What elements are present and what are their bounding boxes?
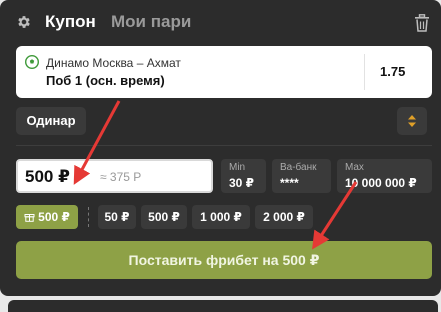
quick-amount-chip[interactable]: 500 ₽ <box>141 205 187 229</box>
all-in-label: Ва-банк <box>280 162 317 173</box>
sort-arrows-icon <box>408 115 416 127</box>
stake-input[interactable]: 500 ₽ ≈ 375 Р <box>16 159 213 193</box>
min-stake-button[interactable]: Min 30 ₽ <box>221 159 266 193</box>
bet-card[interactable]: Динамо Москва – Ахмат Поб 1 (осн. время)… <box>16 46 432 98</box>
max-label: Max <box>345 162 364 173</box>
sort-toggle-button[interactable] <box>397 107 427 135</box>
quick-amount-chip[interactable]: 1 000 ₽ <box>192 205 250 229</box>
odds-divider <box>364 54 365 90</box>
min-value: 30 ₽ <box>229 176 255 190</box>
bet-slip-header: Купон Мои пари <box>0 0 441 44</box>
stake-value: 500 ₽ <box>25 167 70 186</box>
tab-coupon[interactable]: Купон <box>45 12 96 32</box>
min-label: Min <box>229 162 246 173</box>
bet-outcome: Поб 1 (осн. время) <box>46 73 165 88</box>
trash-icon[interactable] <box>414 14 430 32</box>
match-name: Динамо Москва – Ахмат <box>46 56 181 70</box>
gift-icon <box>24 214 35 222</box>
chip-separator <box>88 207 89 227</box>
stake-converted: ≈ 375 Р <box>100 170 142 184</box>
all-in-value: **** <box>280 176 299 190</box>
bet-odds: 1.75 <box>380 64 406 79</box>
all-in-button[interactable]: Ва-банк **** <box>272 159 331 193</box>
gear-icon[interactable] <box>16 14 32 30</box>
quick-amount-chip[interactable]: 50 ₽ <box>98 205 136 229</box>
divider <box>16 145 432 146</box>
bet-type-single-button[interactable]: Одинар <box>16 107 86 135</box>
football-icon <box>25 55 39 69</box>
bet-slip-panel: Купон Мои пари Динамо Москва – Ахмат Поб… <box>0 0 441 296</box>
place-freebet-button[interactable]: Поставить фрибет на 500 ₽ <box>16 241 432 279</box>
max-value: 10 000 000 ₽ <box>345 176 417 190</box>
max-stake-button[interactable]: Max 10 000 000 ₽ <box>337 159 432 193</box>
freebet-chip-label: 500 ₽ <box>38 210 70 224</box>
tab-my-bets[interactable]: Мои пари <box>111 12 191 32</box>
quick-amount-chip[interactable]: 2 000 ₽ <box>255 205 313 229</box>
next-panel-edge <box>8 300 438 312</box>
freebet-chip[interactable]: 500 ₽ <box>16 205 78 229</box>
